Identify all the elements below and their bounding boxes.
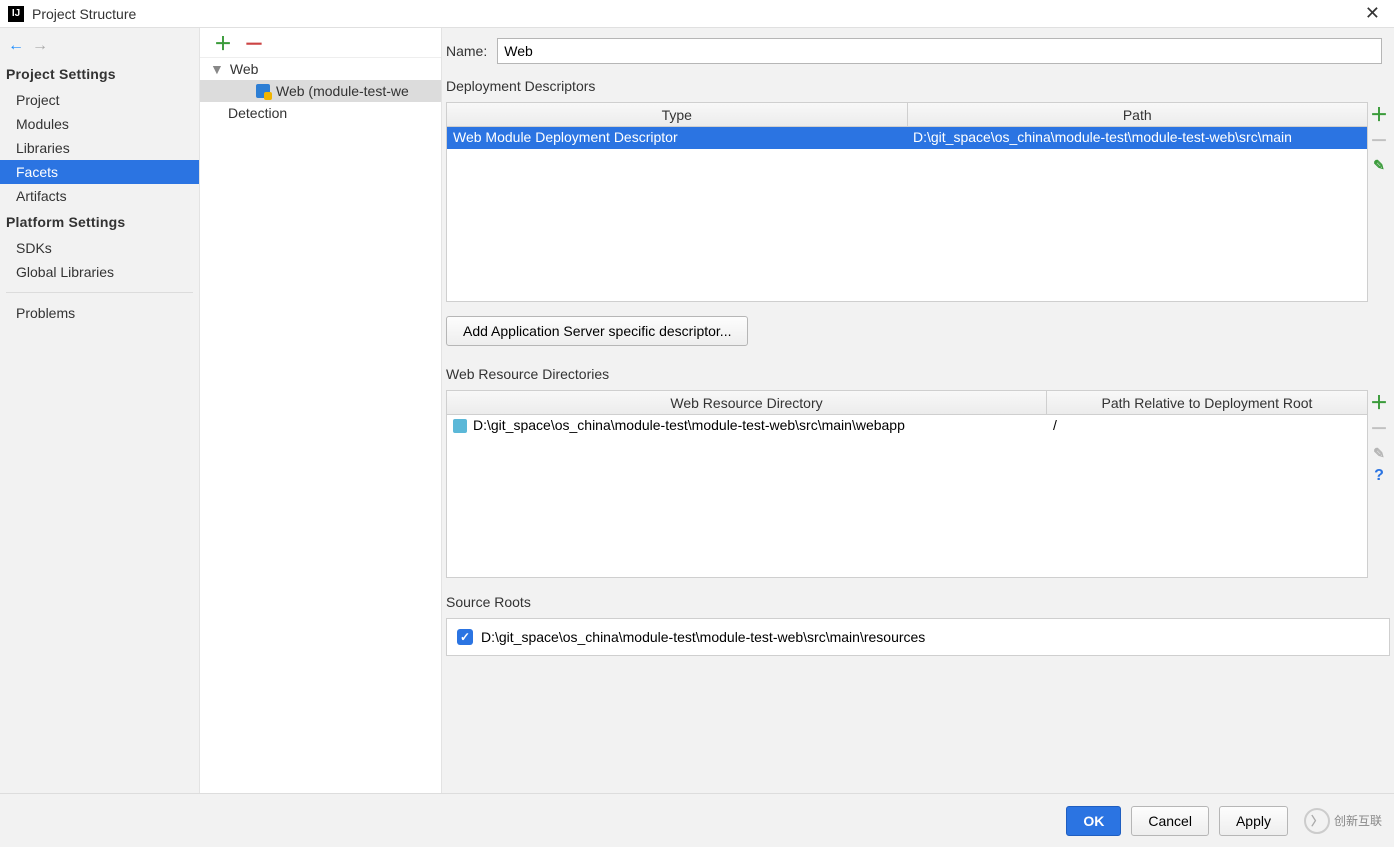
sidebar-item-sdks[interactable]: SDKs [0,236,199,260]
cell-path: D:\git_space\os_china\module-test\module… [907,127,1367,149]
add-webres-icon[interactable]: ＋ [1370,394,1388,412]
tree-node-label: Detection [228,105,287,121]
tree-toolbar: ＋ － [200,28,441,58]
facets-tree[interactable]: ▼ Web Web (module-test-we Detection [200,58,441,793]
sidebar-item-global-libraries[interactable]: Global Libraries [0,260,199,284]
facet-editor: Name: Deployment Descriptors Type Path W… [442,28,1394,793]
table-row[interactable]: D:\git_space\os_china\module-test\module… [447,415,1367,437]
sidebar-item-modules[interactable]: Modules [0,112,199,136]
watermark-logo: 〉 创新互联 [1304,808,1382,834]
help-icon[interactable]: ? [1374,468,1384,484]
cell-type: Web Module Deployment Descriptor [447,127,907,149]
app-icon: IJ [8,6,24,22]
remove-webres-icon[interactable]: － [1370,420,1388,438]
col-path: Path [908,103,1368,126]
col-relative: Path Relative to Deployment Root [1047,391,1367,414]
web-resource-dirs-block: Web Resource Directory Path Relative to … [446,390,1390,578]
deployment-descriptors-table[interactable]: Type Path Web Module Deployment Descript… [446,102,1368,302]
web-resource-dirs-label: Web Resource Directories [442,360,1394,390]
add-server-row: Add Application Server specific descript… [442,312,1394,360]
source-root-row[interactable]: ✓ D:\git_space\os_china\module-test\modu… [457,629,1379,645]
tree-node-label: Web [230,61,259,77]
cell-directory: D:\git_space\os_china\module-test\module… [447,415,1047,437]
tree-node-detection[interactable]: Detection [200,102,441,124]
table-header: Web Resource Directory Path Relative to … [447,391,1367,415]
wrd-side-buttons: ＋ － ✎ ? [1368,390,1390,578]
source-roots-list: ✓ D:\git_space\os_china\module-test\modu… [446,618,1390,656]
source-root-path: D:\git_space\os_china\module-test\module… [481,629,925,645]
facet-name-input[interactable] [497,38,1382,64]
sidebar-item-project[interactable]: Project [0,88,199,112]
source-roots-block: ✓ D:\git_space\os_china\module-test\modu… [446,618,1390,656]
checkbox-checked-icon[interactable]: ✓ [457,629,473,645]
add-descriptor-icon[interactable]: ＋ [1370,106,1388,124]
deployment-descriptors-block: Type Path Web Module Deployment Descript… [446,102,1390,302]
sidebar-item-artifacts[interactable]: Artifacts [0,184,199,208]
settings-sidebar: ← → Project Settings Project Modules Lib… [0,28,200,793]
table-row[interactable]: Web Module Deployment Descriptor D:\git_… [447,127,1367,149]
project-settings-header: Project Settings [0,60,199,88]
remove-facet-icon[interactable]: － [244,28,264,57]
sidebar-item-facets[interactable]: Facets [0,160,199,184]
tree-node-label: Web (module-test-we [276,83,409,99]
tree-node-web-module[interactable]: Web (module-test-we [200,80,441,102]
col-type: Type [447,103,908,126]
add-app-server-descriptor-button[interactable]: Add Application Server specific descript… [446,316,748,346]
cancel-button[interactable]: Cancel [1131,806,1209,836]
sidebar-item-libraries[interactable]: Libraries [0,136,199,160]
logo-icon: 〉 [1304,808,1330,834]
deployment-descriptors-label: Deployment Descriptors [442,72,1394,102]
name-label: Name: [446,43,487,59]
expand-icon[interactable]: ▼ [210,61,224,77]
nav-forward-icon[interactable]: → [32,37,48,55]
sidebar-item-problems[interactable]: Problems [0,301,199,325]
name-row: Name: [442,28,1394,72]
window-title: Project Structure [32,6,136,22]
col-directory: Web Resource Directory [447,391,1047,414]
cell-relative: / [1047,415,1367,437]
source-roots-label: Source Roots [442,588,1394,618]
project-structure-dialog: IJ Project Structure ✕ ← → Project Setti… [0,0,1394,847]
web-resource-dirs-table[interactable]: Web Resource Directory Path Relative to … [446,390,1368,578]
table-header: Type Path [447,103,1367,127]
logo-text: 创新互联 [1334,812,1382,829]
apply-button[interactable]: Apply [1219,806,1288,836]
add-facet-icon[interactable]: ＋ [214,30,232,56]
ok-button[interactable]: OK [1066,806,1121,836]
web-facet-icon [256,84,270,98]
platform-settings-header: Platform Settings [0,208,199,236]
dir-text: D:\git_space\os_china\module-test\module… [473,417,905,433]
sidebar-divider [6,292,193,293]
dialog-body: ← → Project Settings Project Modules Lib… [0,28,1394,793]
dd-side-buttons: ＋ － ✎ [1368,102,1390,302]
folder-icon [453,419,467,433]
edit-descriptor-icon[interactable]: ✎ [1373,158,1385,172]
facets-tree-panel: ＋ － ▼ Web Web (module-test-we Detection [200,28,442,793]
remove-descriptor-icon[interactable]: － [1370,132,1388,150]
nav-back-icon[interactable]: ← [8,37,24,55]
close-icon[interactable]: ✕ [1359,3,1386,24]
titlebar: IJ Project Structure ✕ [0,0,1394,28]
tree-node-web[interactable]: ▼ Web [200,58,441,80]
edit-webres-icon[interactable]: ✎ [1373,446,1385,460]
dialog-footer: OK Cancel Apply 〉 创新互联 [0,793,1394,847]
